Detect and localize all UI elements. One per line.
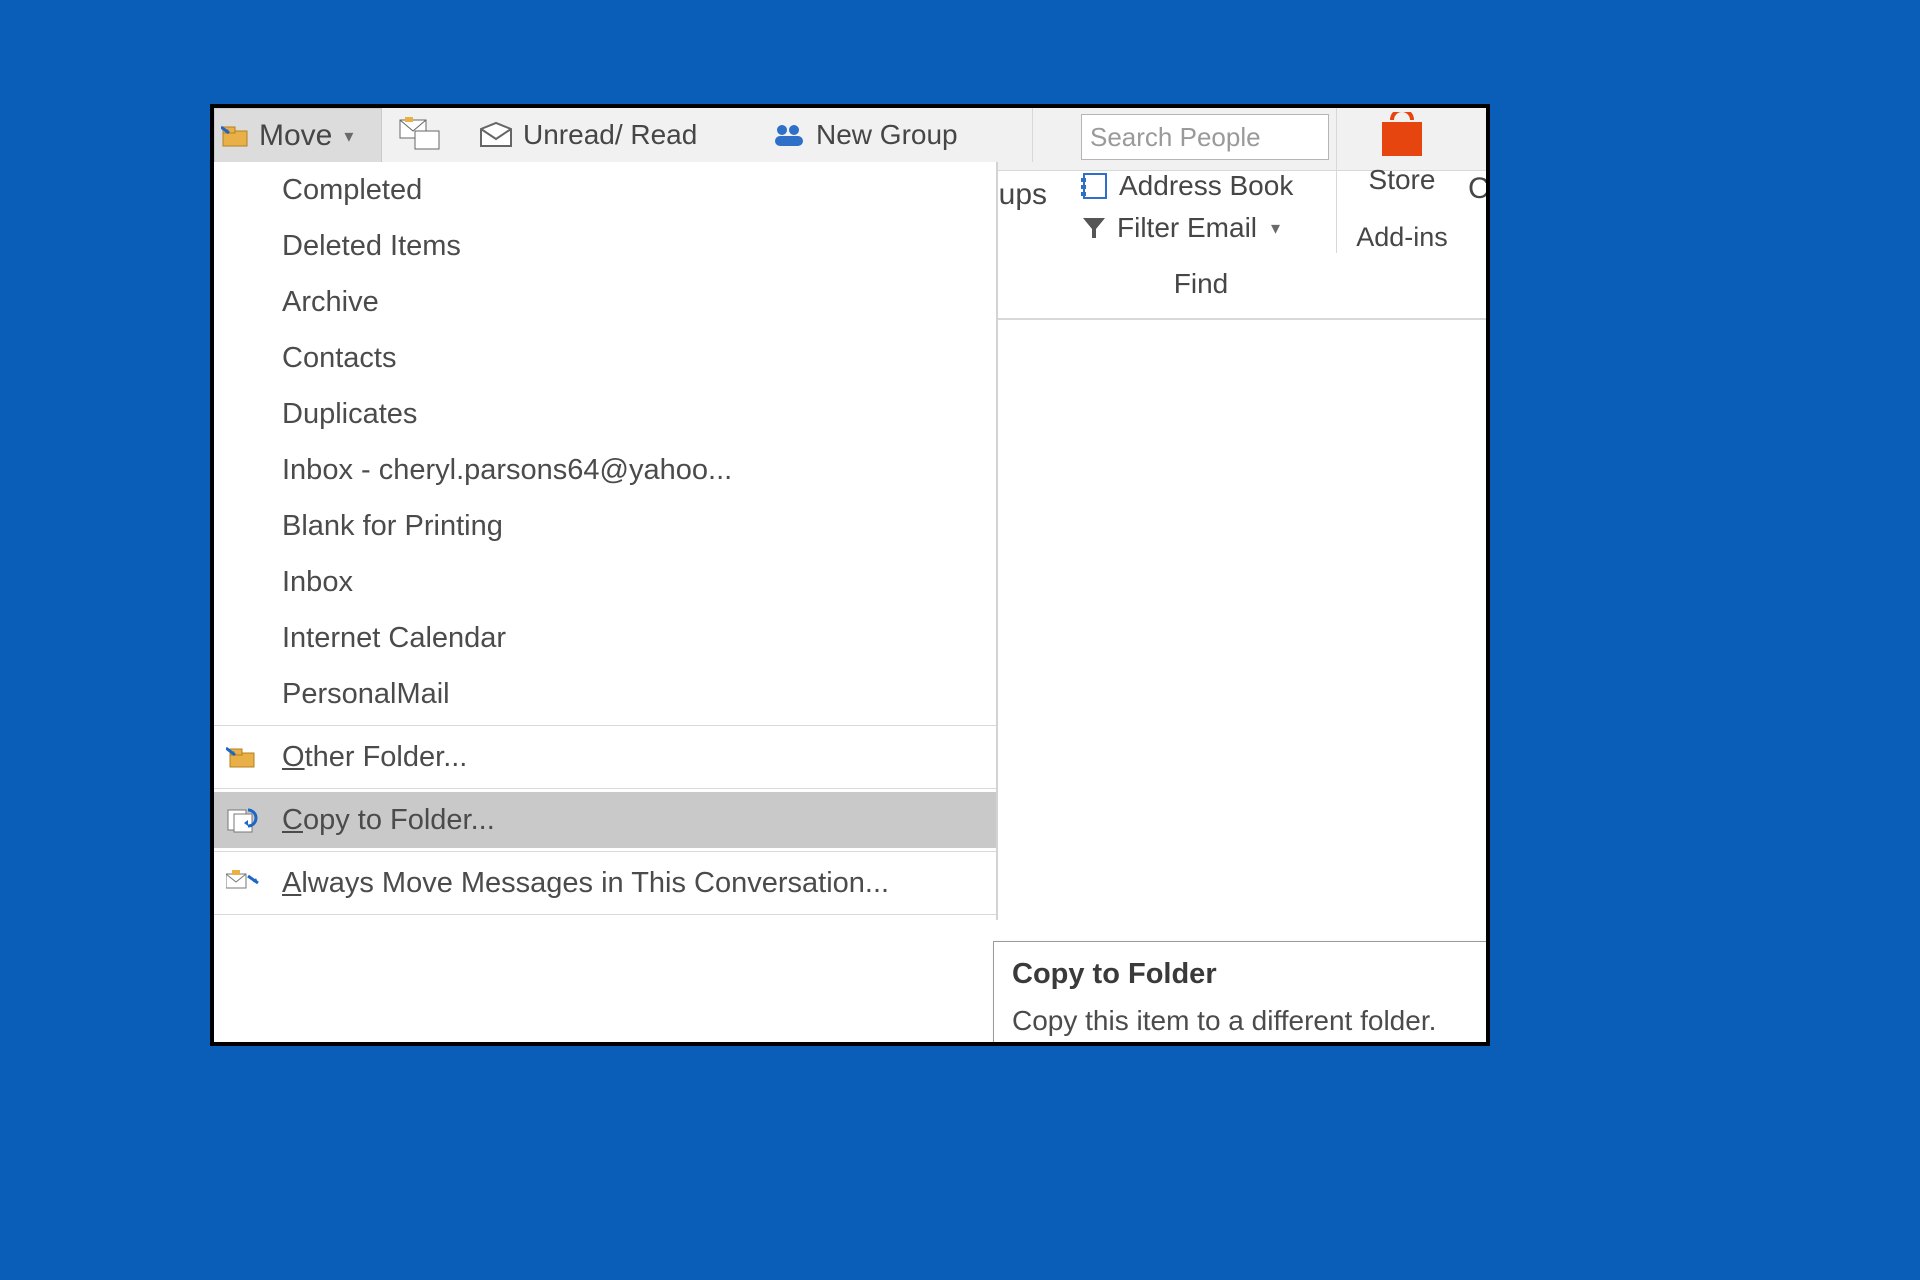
outlook-window: Move ▾ Unread/ Read New Group oups Searc… xyxy=(210,104,1490,1046)
menu-item-personalmail[interactable]: PersonalMail xyxy=(214,666,996,722)
store-label: Store xyxy=(1369,164,1436,196)
store-button[interactable]: Store xyxy=(1337,112,1467,196)
unread-read-label: Unread/ Read xyxy=(523,119,697,151)
folder-move-icon xyxy=(226,744,258,770)
address-book-button[interactable]: Address Book xyxy=(1081,170,1321,202)
caret-down-icon: ▾ xyxy=(1271,218,1280,239)
move-dropdown: Completed Deleted Items Archive Contacts… xyxy=(214,162,998,920)
filter-email-label: Filter Email xyxy=(1117,212,1257,244)
store-group: Store Add-ins xyxy=(1336,108,1467,253)
new-group-label: New Group xyxy=(816,119,958,151)
menu-item-completed[interactable]: Completed xyxy=(214,162,996,218)
rules-icon xyxy=(399,117,441,153)
menu-item-contacts[interactable]: Contacts xyxy=(214,330,996,386)
menu-separator xyxy=(214,851,996,852)
caret-down-icon: ▾ xyxy=(344,126,353,147)
menu-item-archive[interactable]: Archive xyxy=(214,274,996,330)
address-book-icon xyxy=(1081,172,1109,200)
move-button-label: Move xyxy=(259,119,332,153)
tooltip-title: Copy to Folder xyxy=(1012,958,1490,991)
new-group-button[interactable]: New Group xyxy=(762,108,1033,162)
addins-section-label: Add-ins xyxy=(1337,222,1467,253)
menu-item-internet-calendar[interactable]: Internet Calendar xyxy=(214,610,996,666)
menu-separator xyxy=(214,914,996,915)
filter-email-button[interactable]: Filter Email ▾ xyxy=(1081,212,1321,244)
truncated-label: C xyxy=(1468,172,1490,206)
tooltip-copy-to-folder: Copy to Folder Copy this item to a diffe… xyxy=(993,941,1490,1046)
menu-item-inbox[interactable]: Inbox xyxy=(214,554,996,610)
people-icon xyxy=(772,121,806,149)
menu-item-other-folder[interactable]: Other Folder... xyxy=(214,729,996,785)
address-book-label: Address Book xyxy=(1119,170,1293,202)
menu-separator xyxy=(214,725,996,726)
funnel-icon xyxy=(1081,215,1107,241)
move-button[interactable]: Move ▾ xyxy=(214,108,382,164)
menu-item-copy-to-folder[interactable]: Copy to Folder... xyxy=(214,792,996,848)
copy-to-folder-icon xyxy=(226,806,258,834)
find-section-label: Find xyxy=(1081,268,1321,300)
rules-button[interactable] xyxy=(389,108,469,162)
menu-separator xyxy=(214,788,996,789)
always-move-icon xyxy=(226,870,260,896)
envelope-icon xyxy=(479,121,513,149)
menu-item-always-move[interactable]: Always Move Messages in This Conversatio… xyxy=(214,855,996,911)
menu-item-blank-printing[interactable]: Blank for Printing xyxy=(214,498,996,554)
search-people-input[interactable]: Search People xyxy=(1081,114,1329,160)
unread-read-button[interactable]: Unread/ Read xyxy=(469,108,769,162)
folder-move-icon xyxy=(221,123,251,149)
find-group: Search People Address Book Filter Email … xyxy=(1081,108,1321,300)
menu-item-deleted-items[interactable]: Deleted Items xyxy=(214,218,996,274)
menu-item-duplicates[interactable]: Duplicates xyxy=(214,386,996,442)
tooltip-body: Copy this item to a different folder. xyxy=(1012,1005,1490,1037)
store-icon xyxy=(1376,112,1428,160)
menu-item-inbox-yahoo[interactable]: Inbox - cheryl.parsons64@yahoo... xyxy=(214,442,996,498)
